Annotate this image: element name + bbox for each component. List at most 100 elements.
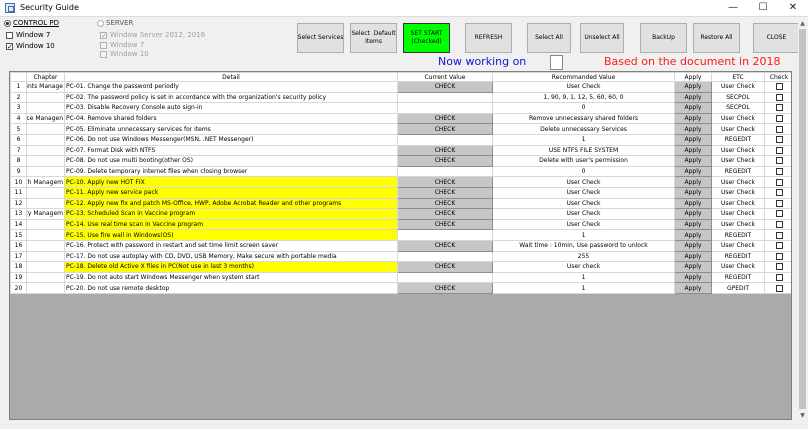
scroll-up-icon[interactable]: ▲	[799, 20, 806, 28]
scroll-down-icon[interactable]: ▼	[799, 412, 806, 420]
check-cell[interactable]	[764, 229, 791, 241]
table-row[interactable]: 7 PC-07. Format Disk with NTFS CHECK USE NT…	[10, 144, 791, 157]
row-checkbox[interactable]	[775, 136, 783, 144]
check-cell[interactable]	[764, 282, 791, 294]
check-cell[interactable]	[764, 186, 791, 199]
set-start-button[interactable]: SET START (Checked)	[403, 23, 450, 53]
current-value-check-button[interactable]: CHECK	[397, 239, 493, 252]
row-checkbox[interactable]	[775, 242, 783, 250]
row-checkbox[interactable]	[775, 125, 783, 133]
check-cell[interactable]	[764, 218, 791, 231]
apply-button[interactable]: Apply	[674, 271, 712, 284]
select-services-button[interactable]: Select Services	[297, 23, 344, 53]
apply-button[interactable]: Apply	[674, 229, 712, 241]
refresh-button[interactable]: REFRESH	[465, 23, 512, 53]
row-checkbox[interactable]	[775, 210, 783, 218]
apply-button[interactable]: Apply	[674, 186, 712, 199]
check-cell[interactable]	[764, 208, 791, 220]
apply-button[interactable]: Apply	[674, 197, 712, 210]
check-cell[interactable]	[764, 239, 791, 252]
row-checkbox[interactable]	[775, 178, 783, 186]
table-row[interactable]: 9 PC-09. Delete temporary internet files …	[10, 165, 791, 178]
check-cell[interactable]	[764, 165, 791, 178]
check-cell[interactable]	[764, 133, 791, 146]
row-checkbox[interactable]	[775, 115, 783, 123]
check-cell[interactable]	[764, 250, 791, 263]
table-row[interactable]: 20 PC-20. Do not use remote desktop CHECK 1…	[10, 282, 791, 294]
control-pc-option-win7[interactable]: Window 7	[6, 31, 50, 39]
select-default-items-button[interactable]: Select Default Items	[350, 23, 397, 53]
select-all-button[interactable]: Select All	[527, 23, 571, 53]
current-value-check-button[interactable]: CHECK	[397, 81, 493, 93]
row-checkbox[interactable]	[775, 263, 783, 271]
current-value-check-button[interactable]: CHECK	[397, 112, 493, 125]
apply-button[interactable]: Apply	[674, 102, 712, 114]
close-window-button[interactable]: ✕	[778, 0, 808, 17]
check-cell[interactable]	[764, 144, 791, 157]
apply-button[interactable]: Apply	[674, 165, 712, 178]
apply-button[interactable]: Apply	[674, 218, 712, 231]
row-checkbox[interactable]	[775, 157, 783, 165]
row-checkbox[interactable]	[775, 273, 783, 281]
table-row[interactable]: 1 ints Manage PC-01. Change the password p…	[10, 81, 791, 93]
row-checkbox[interactable]	[775, 284, 783, 292]
table-row[interactable]: 19 PC-19. Do not auto start Windows Messe…	[10, 271, 791, 284]
apply-button[interactable]: Apply	[674, 112, 712, 125]
server-option-win10[interactable]: Window 10	[100, 50, 149, 58]
row-checkbox[interactable]	[775, 221, 783, 229]
minimize-button[interactable]: —	[718, 0, 748, 17]
current-value-check-button[interactable]: CHECK	[397, 144, 493, 157]
table-row[interactable]: 2 PC-02. The password policy is set in ac…	[10, 91, 791, 104]
restore-all-button[interactable]: Restore All	[693, 23, 740, 53]
table-row[interactable]: 12 PC-12. Apply new fix and patch MS-Offi…	[10, 197, 791, 210]
current-value-check-button[interactable]: CHECK	[397, 176, 493, 188]
table-row[interactable]: 17 PC-17. Do not use autoplay with CD, DV…	[10, 250, 791, 263]
check-cell[interactable]	[764, 197, 791, 210]
row-checkbox[interactable]	[775, 252, 783, 260]
table-row[interactable]: 16 PC-16. Protect with password in restar…	[10, 239, 791, 252]
apply-button[interactable]: Apply	[674, 282, 712, 294]
check-cell[interactable]	[764, 123, 791, 135]
row-checkbox[interactable]	[775, 83, 783, 91]
check-cell[interactable]	[764, 271, 791, 284]
check-cell[interactable]	[764, 112, 791, 125]
column-header-recommended-value[interactable]: Recommanded Value	[492, 72, 675, 82]
table-row[interactable]: 10 ch Managem PC-10. Apply new HOT FIX CHEC…	[10, 176, 791, 188]
table-row[interactable]: 15 PC-15. Use fire wall in Windows(OS) 1 Ap…	[10, 229, 791, 241]
table-row[interactable]: 6 PC-06. Do not use Windows Messenger(MSN…	[10, 133, 791, 146]
column-header-check[interactable]: Check	[764, 72, 791, 82]
apply-button[interactable]: Apply	[674, 91, 712, 104]
table-row[interactable]: 8 PC-08. Do not use multi booting(other O…	[10, 155, 791, 167]
current-value-check-button[interactable]: CHECK	[397, 282, 493, 294]
maximize-button[interactable]: ☐	[748, 0, 778, 17]
check-cell[interactable]	[764, 261, 791, 273]
vertical-scrollbar[interactable]: ▲ ▼	[798, 19, 807, 421]
current-value-check-button[interactable]: CHECK	[397, 218, 493, 231]
unselect-all-button[interactable]: Unselect All	[580, 23, 624, 53]
current-value-check-button[interactable]: CHECK	[397, 186, 493, 199]
check-cell[interactable]	[764, 176, 791, 188]
row-checkbox[interactable]	[775, 231, 783, 239]
table-row[interactable]: 14 PC-14. Use real time scan in Vaccine p…	[10, 218, 791, 231]
apply-button[interactable]: Apply	[674, 123, 712, 135]
settings-grid[interactable]: Chapter Detail Current Value Recommanded…	[9, 71, 792, 420]
row-checkbox[interactable]	[775, 146, 783, 154]
current-value-check-button[interactable]: CHECK	[397, 197, 493, 210]
apply-button[interactable]: Apply	[674, 250, 712, 263]
current-value-check-button[interactable]: CHECK	[397, 261, 493, 273]
table-row[interactable]: 3 PC-03. Disable Recovery Console auto si…	[10, 102, 791, 114]
check-cell[interactable]	[764, 155, 791, 167]
server-radio[interactable]: SERVER	[97, 19, 133, 27]
column-header-apply[interactable]: Apply	[674, 72, 712, 82]
current-value-check-button[interactable]: CHECK	[397, 208, 493, 220]
apply-button[interactable]: Apply	[674, 133, 712, 146]
server-option-win7[interactable]: Window 7	[100, 41, 144, 49]
current-value-check-button[interactable]: CHECK	[397, 123, 493, 135]
control-pc-radio[interactable]: CONTROL PD	[4, 19, 59, 27]
table-row[interactable]: 18 PC-18. Delete old Active X files in PC…	[10, 261, 791, 273]
control-pc-option-win10[interactable]: ✓ Window 10	[6, 42, 55, 50]
check-cell[interactable]	[764, 81, 791, 93]
column-header-chapter[interactable]: Chapter	[26, 72, 65, 82]
apply-button[interactable]: Apply	[674, 81, 712, 93]
server-option-2012[interactable]: ✓ Window Server 2012, 2016	[100, 31, 205, 39]
